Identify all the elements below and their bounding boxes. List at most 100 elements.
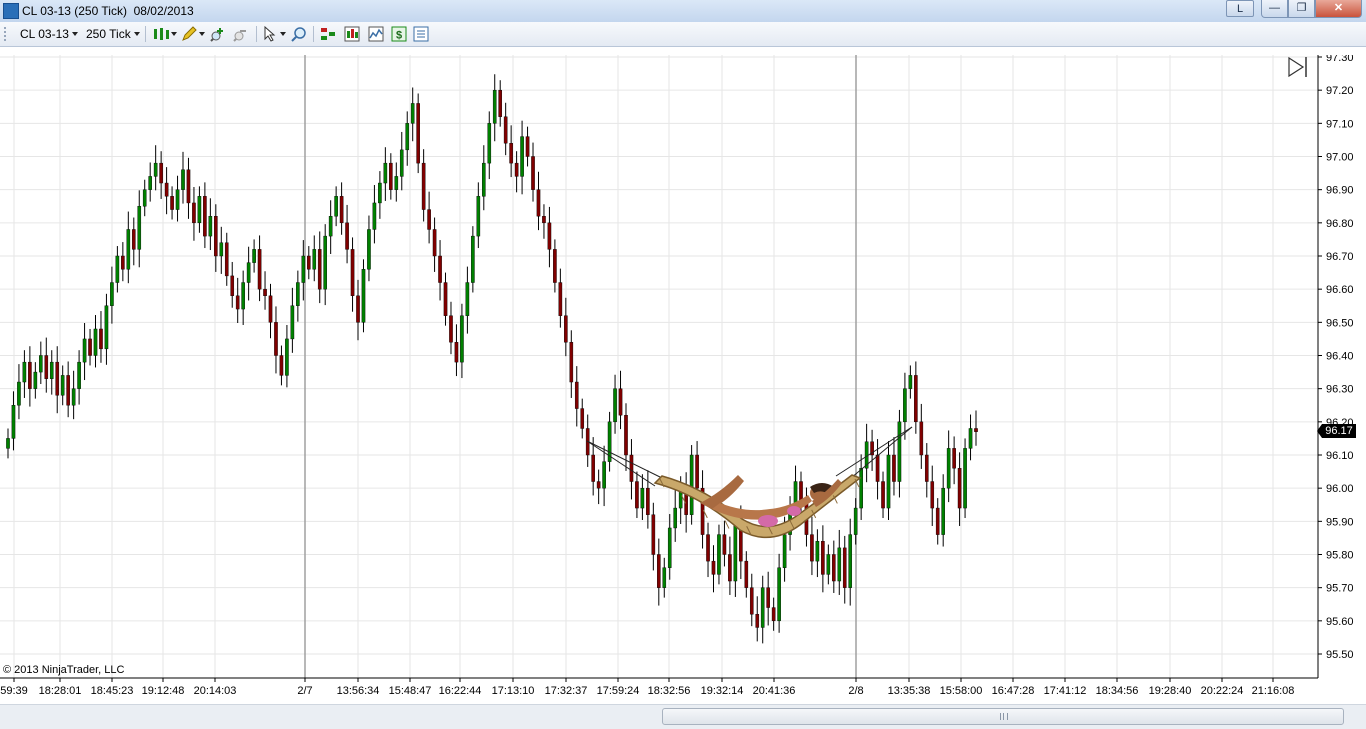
price-bar xyxy=(744,551,749,598)
time-axis-label: 18:28:01 xyxy=(39,685,82,695)
time-axis-label: 16:47:28 xyxy=(992,685,1035,695)
time-axis-label: 20:41:36 xyxy=(753,685,796,695)
price-bar xyxy=(864,423,869,483)
close-button[interactable]: ✕ xyxy=(1315,0,1362,18)
price-bar xyxy=(142,179,147,217)
price-bar xyxy=(121,242,125,282)
price-bar xyxy=(208,198,213,251)
svg-text:$: $ xyxy=(396,30,402,42)
price-bar xyxy=(383,147,388,201)
link-button[interactable]: L xyxy=(1226,0,1254,17)
price-bar xyxy=(170,186,174,220)
time-axis-label: 18:34:56 xyxy=(1096,685,1139,695)
price-bar xyxy=(285,324,289,388)
price-bar xyxy=(252,239,256,273)
price-axis-label: 97.30 xyxy=(1326,55,1354,64)
price-bar xyxy=(706,522,710,578)
scroll-to-end-icon[interactable] xyxy=(1287,56,1311,78)
horizontal-scrollbar[interactable] xyxy=(0,704,1366,729)
data-box-icon[interactable] xyxy=(320,26,336,42)
indicators-icon[interactable] xyxy=(368,26,384,42)
bar-style-dropdown-icon[interactable] xyxy=(171,32,177,36)
cursor-pointer-icon[interactable] xyxy=(262,26,278,42)
time-axis-label: 17:32:37 xyxy=(545,685,588,695)
instrument-dropdown-icon[interactable] xyxy=(72,32,78,36)
price-bar xyxy=(126,211,131,284)
chart-style-icon[interactable] xyxy=(344,26,360,42)
price-bar xyxy=(279,345,284,386)
properties-icon[interactable] xyxy=(413,26,429,42)
price-bar xyxy=(946,430,951,503)
price-bar xyxy=(39,341,43,385)
price-bar xyxy=(596,469,601,505)
price-bar xyxy=(449,301,453,355)
maximize-button[interactable]: ❐ xyxy=(1288,0,1315,18)
magnify-icon[interactable] xyxy=(291,26,307,42)
price-bar xyxy=(389,153,393,200)
time-axis-label: 19:28:40 xyxy=(1149,685,1192,695)
price-bar xyxy=(930,465,935,526)
time-axis-label: 13:56:34 xyxy=(337,685,380,695)
price-bar xyxy=(859,454,863,521)
price-bar xyxy=(771,597,776,631)
price-bar xyxy=(443,272,448,326)
price-bar xyxy=(410,87,415,142)
price-bar xyxy=(372,185,377,244)
price-bar xyxy=(815,529,820,578)
price-bar xyxy=(963,438,967,519)
price-bar xyxy=(290,287,295,353)
time-axis-label: 16:22:44 xyxy=(439,685,482,695)
price-bar xyxy=(487,111,492,180)
zoom-out-icon[interactable] xyxy=(233,26,249,42)
price-axis-label: 96.30 xyxy=(1326,384,1354,396)
price-bar xyxy=(257,235,262,302)
time-axis-label: 13:35:38 xyxy=(888,685,931,695)
instrument-selector[interactable]: CL 03-13 xyxy=(20,27,69,41)
price-bar xyxy=(531,142,535,202)
time-axis-label: 2/7 xyxy=(297,685,312,695)
price-bar xyxy=(919,403,924,469)
price-bar xyxy=(104,293,109,365)
price-bar xyxy=(941,474,945,547)
toolbar-grip[interactable] xyxy=(4,27,8,41)
price-bar xyxy=(399,131,404,191)
interval-dropdown-icon[interactable] xyxy=(134,32,140,36)
price-bar xyxy=(82,322,87,381)
price-bar xyxy=(492,74,497,142)
price-bar xyxy=(49,350,54,395)
minimize-button[interactable]: — xyxy=(1261,0,1288,18)
price-chart-canvas[interactable]: 97.30 97.20 97.10 97.00 96.90 96.80 96.70 96.60… xyxy=(0,55,1366,695)
price-bar xyxy=(853,498,858,545)
time-axis-label: 15:48:47 xyxy=(389,685,432,695)
pencil-drawing-icon[interactable] xyxy=(181,26,197,42)
price-bar xyxy=(749,573,754,627)
price-axis-label: 95.90 xyxy=(1326,516,1354,528)
price-bar xyxy=(728,536,732,595)
price-bar xyxy=(766,571,770,626)
window-title-bar[interactable]: CL 03-13 (250 Tick) 08/02/2013 L — ❐ ✕ xyxy=(0,0,1366,23)
price-chart[interactable]: 97.30 97.20 97.10 97.00 96.90 96.80 96.70 96.60… xyxy=(0,55,1366,695)
copyright-label: © 2013 NinjaTrader, LLC xyxy=(3,664,125,676)
cursor-dropdown-icon[interactable] xyxy=(280,32,286,36)
price-bar xyxy=(870,429,874,471)
price-bar xyxy=(432,217,437,272)
interval-selector[interactable]: 250 Tick xyxy=(86,27,131,41)
price-bar xyxy=(476,182,481,249)
zoom-in-icon[interactable] xyxy=(210,26,226,42)
time-axis-label: 21:16:08 xyxy=(1252,685,1295,695)
drawing-dropdown-icon[interactable] xyxy=(199,32,205,36)
price-axis-label: 95.60 xyxy=(1326,616,1354,628)
price-bar xyxy=(88,328,92,366)
price-bar xyxy=(6,428,10,459)
price-axis-label: 96.60 xyxy=(1326,284,1354,296)
price-bar xyxy=(246,246,251,301)
scrollbar-thumb[interactable] xyxy=(662,708,1344,725)
price-bar xyxy=(148,162,152,202)
toolbar-separator xyxy=(256,26,257,42)
chart-app-icon xyxy=(3,3,19,19)
price-bar xyxy=(110,266,114,324)
bar-style-icon[interactable] xyxy=(152,26,172,42)
price-bar xyxy=(498,80,503,127)
price-bar xyxy=(564,297,568,357)
strategy-dollar-icon[interactable]: $ xyxy=(391,26,407,42)
